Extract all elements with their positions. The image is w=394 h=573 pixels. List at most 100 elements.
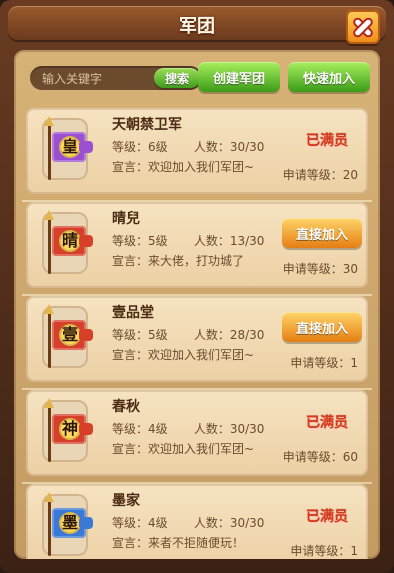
emblem-glyph: 晴 xyxy=(59,230,81,252)
search-input[interactable] xyxy=(40,70,154,88)
declaration-label: 宣言： xyxy=(112,536,149,550)
legion-row[interactable]: 神 春秋 等级：4级 人数：30/30 宣言：欢迎加入我们军团~ 已满员 申请等… xyxy=(22,390,372,484)
declaration-text: 来大佬，打功城了 xyxy=(148,254,245,268)
members-label: 人数： xyxy=(193,328,230,342)
row-right: 已满员 申请等级：20 xyxy=(270,124,358,184)
members-label: 人数： xyxy=(193,516,230,530)
full-status-badge: 已满员 xyxy=(306,509,348,525)
legion-row[interactable]: 墨 墨家 等级：4级 人数：30/30 宣言：来者不拒随便玩！ 已满员 申请等级… xyxy=(26,484,368,559)
members-label: 人数： xyxy=(193,140,230,154)
content-panel: 搜索 创建军团 快速加入 皇 天朝禁卫军 等级：6级 xyxy=(14,50,380,559)
flag-pole-icon xyxy=(44,492,54,556)
full-status-badge: 已满员 xyxy=(306,133,348,149)
req-label: 申请等级： xyxy=(282,168,343,182)
title-bar: 军团 xyxy=(8,6,386,44)
legion-row[interactable]: 壹 壹品堂 等级：5级 人数：28/30 宣言：欢迎加入我们军团~ 直接加入 申… xyxy=(22,296,372,390)
toolbar: 搜索 创建军团 快速加入 xyxy=(14,50,380,104)
req-label: 申请等级： xyxy=(290,544,351,558)
legion-meta: 等级：6级 人数：30/30 xyxy=(112,138,264,155)
emblem-glyph: 神 xyxy=(59,418,81,440)
req-level-value: 20 xyxy=(342,168,358,182)
legion-emblem: 壹 xyxy=(42,304,93,368)
legion-flag-icon: 神 xyxy=(52,414,93,444)
legion-meta: 等级：4级 人数：30/30 xyxy=(112,514,264,531)
legion-members: 28/30 xyxy=(229,328,265,342)
level-label: 等级： xyxy=(112,140,149,154)
create-legion-button[interactable]: 创建军团 xyxy=(198,62,280,92)
legion-name: 春秋 xyxy=(112,399,140,415)
required-level: 申请等级：1 xyxy=(290,354,358,371)
legion-flag-icon: 晴 xyxy=(52,226,93,256)
req-label: 申请等级： xyxy=(282,262,343,276)
legion-name: 晴兒 xyxy=(112,211,140,227)
quick-join-button[interactable]: 快速加入 xyxy=(288,62,370,92)
legion-members: 13/30 xyxy=(229,234,265,248)
declaration-text: 欢迎加入我们军团~ xyxy=(148,348,255,362)
row-right: 已满员 申请等级：1 xyxy=(270,500,358,559)
row-right: 直接加入 申请等级：1 xyxy=(270,312,362,372)
declaration-label: 宣言： xyxy=(112,442,149,456)
declaration-text: 欢迎加入我们军团~ xyxy=(148,160,255,174)
members-label: 人数： xyxy=(193,422,230,436)
req-level-value: 60 xyxy=(342,450,358,464)
members-label: 人数： xyxy=(193,234,230,248)
legion-row[interactable]: 皇 天朝禁卫军 等级：6级 人数：30/30 宣言：欢迎加入我们军团~ 已满员 xyxy=(22,108,372,202)
legion-name: 墨家 xyxy=(112,493,140,509)
declaration-label: 宣言： xyxy=(112,348,149,362)
req-label: 申请等级： xyxy=(290,356,351,370)
full-status-badge: 已满员 xyxy=(306,415,348,431)
level-label: 等级： xyxy=(112,328,149,342)
legion-level: 4级 xyxy=(148,516,168,530)
emblem-glyph: 墨 xyxy=(59,512,81,534)
legion-name: 天朝禁卫军 xyxy=(112,117,182,133)
flag-pole-icon xyxy=(44,304,54,368)
declaration-text: 欢迎加入我们军团~ xyxy=(148,442,255,456)
req-label: 申请等级： xyxy=(282,450,343,464)
legion-list: 皇 天朝禁卫军 等级：6级 人数：30/30 宣言：欢迎加入我们军团~ 已满员 xyxy=(14,108,380,559)
required-level: 申请等级：60 xyxy=(283,448,358,465)
legion-row[interactable]: 晴 晴兒 等级：5级 人数：13/30 宣言：来大佬，打功城了 直接加入 申请等… xyxy=(22,202,372,296)
legion-level: 6级 xyxy=(148,140,168,154)
flag-pole-icon xyxy=(44,116,54,180)
row-right: 直接加入 申请等级：30 xyxy=(270,218,362,278)
legion-flag-icon: 皇 xyxy=(52,132,93,162)
legion-emblem: 墨 xyxy=(42,492,93,556)
level-label: 等级： xyxy=(112,516,149,530)
legion-level: 5级 xyxy=(148,328,168,342)
emblem-glyph: 皇 xyxy=(59,136,81,158)
join-button[interactable]: 直接加入 xyxy=(282,218,362,248)
legion-members: 30/30 xyxy=(229,422,265,436)
req-level-value: 1 xyxy=(350,356,358,370)
window-title: 军团 xyxy=(179,16,215,37)
legion-level: 4级 xyxy=(148,422,168,436)
legion-meta: 等级：4级 人数：30/30 xyxy=(112,420,264,437)
level-label: 等级： xyxy=(112,234,149,248)
close-button[interactable] xyxy=(346,10,380,44)
flag-pole-icon xyxy=(44,210,54,274)
legion-declaration: 宣言：来者不拒随便玩！ xyxy=(112,534,244,551)
req-level-value: 1 xyxy=(350,544,358,558)
search-button[interactable]: 搜索 xyxy=(154,68,200,88)
legion-flag-icon: 墨 xyxy=(52,508,93,538)
search-bar: 搜索 xyxy=(30,66,202,90)
legion-meta: 等级：5级 人数：13/30 xyxy=(112,232,264,249)
legion-declaration: 宣言：欢迎加入我们军团~ xyxy=(112,346,254,363)
legion-emblem: 皇 xyxy=(42,116,93,180)
legion-emblem: 晴 xyxy=(42,210,93,274)
declaration-label: 宣言： xyxy=(112,160,149,174)
legion-declaration: 宣言：欢迎加入我们军团~ xyxy=(112,158,254,175)
legion-declaration: 宣言：欢迎加入我们军团~ xyxy=(112,440,254,457)
legion-level: 5级 xyxy=(148,234,168,248)
legion-emblem: 神 xyxy=(42,398,93,462)
legion-window: 军团 搜索 创建军团 快速加入 皇 天朝禁卫军 xyxy=(0,0,394,573)
legion-members: 30/30 xyxy=(229,140,265,154)
join-button[interactable]: 直接加入 xyxy=(282,312,362,342)
emblem-glyph: 壹 xyxy=(59,324,81,346)
required-level: 申请等级：20 xyxy=(283,166,358,183)
legion-declaration: 宣言：来大佬，打功城了 xyxy=(112,252,244,269)
legion-members: 30/30 xyxy=(229,516,265,530)
declaration-text: 来者不拒随便玩！ xyxy=(148,536,245,550)
legion-flag-icon: 壹 xyxy=(52,320,93,350)
legion-name: 壹品堂 xyxy=(112,305,154,321)
row-right: 已满员 申请等级：60 xyxy=(270,406,358,466)
